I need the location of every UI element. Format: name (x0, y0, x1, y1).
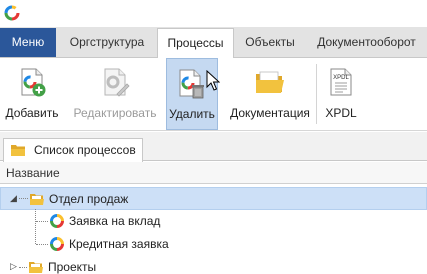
collapse-triangle-icon[interactable]: ◢ (10, 193, 17, 204)
add-button-label: Добавить (5, 106, 59, 120)
tree-item-deposit-request[interactable]: Заявка на вклад (0, 210, 427, 233)
tree-item-credit-request[interactable]: Кредитная заявка (0, 233, 427, 256)
expand-triangle-icon[interactable]: ▷ (10, 261, 17, 272)
ribbon-tab-strip: Меню Оргструктура Процессы Объекты Докум… (0, 27, 427, 59)
tab-document-flow[interactable]: Документооборот (306, 28, 427, 58)
edit-button-label: Редактировать (73, 106, 157, 120)
column-header-label: Название (6, 166, 60, 180)
tab-orgstructure[interactable]: Оргструктура (57, 28, 157, 58)
app-logo-icon (4, 5, 20, 21)
folder-open-icon (256, 71, 284, 93)
mouse-cursor-icon (206, 70, 220, 91)
process-icon (50, 237, 64, 251)
menu-button[interactable]: Меню (0, 28, 56, 57)
tree-connector (19, 198, 28, 199)
tree-item-label: Отдел продаж (49, 192, 129, 206)
tree-item-sales-department[interactable]: ◢ Отдел продаж (0, 187, 427, 210)
column-header-name[interactable]: Название (0, 162, 427, 184)
tree-connector (36, 221, 48, 222)
tab-process-list-label: Список процессов (34, 143, 136, 157)
edit-button[interactable]: Редактировать (72, 58, 158, 130)
tab-process-list[interactable]: Список процессов (3, 138, 143, 162)
process-tree: ◢ Отдел продаж Заявка на вклад Кредитная… (0, 185, 427, 274)
tree-item-projects[interactable]: ▷ Проекты (0, 256, 427, 274)
documentation-button-label: Документация (230, 106, 310, 120)
tree-item-label: Заявка на вклад (69, 214, 161, 228)
delete-button[interactable]: Удалить (166, 58, 218, 130)
folder-open-icon (30, 194, 44, 205)
folder-icon (29, 262, 43, 273)
ribbon: Добавить Редактировать Удалить Документа… (0, 58, 427, 131)
add-button[interactable]: Добавить (2, 58, 62, 130)
xpdl-file-icon: XPDL (330, 68, 352, 96)
tree-connector (19, 267, 27, 268)
xpdl-button[interactable]: XPDL XPDL (318, 58, 364, 130)
documentation-button[interactable]: Документация (226, 58, 314, 130)
panel-tab-strip: Список процессов (0, 132, 427, 162)
tree-item-label: Кредитная заявка (69, 237, 169, 251)
title-bar (0, 0, 427, 26)
ribbon-separator (316, 64, 317, 124)
tab-objects[interactable]: Объекты (234, 28, 306, 58)
edit-process-icon (104, 68, 130, 97)
delete-process-icon (179, 69, 204, 99)
tree-item-label: Проекты (48, 260, 97, 274)
add-process-icon (21, 68, 46, 97)
delete-button-label: Удалить (169, 107, 215, 121)
process-icon (50, 214, 64, 228)
folder-icon (11, 145, 25, 156)
xpdl-button-label: XPDL (325, 106, 357, 120)
tab-processes[interactable]: Процессы (157, 28, 234, 59)
tree-connector (36, 244, 48, 245)
xpdl-icon-text: XPDL (333, 75, 349, 81)
